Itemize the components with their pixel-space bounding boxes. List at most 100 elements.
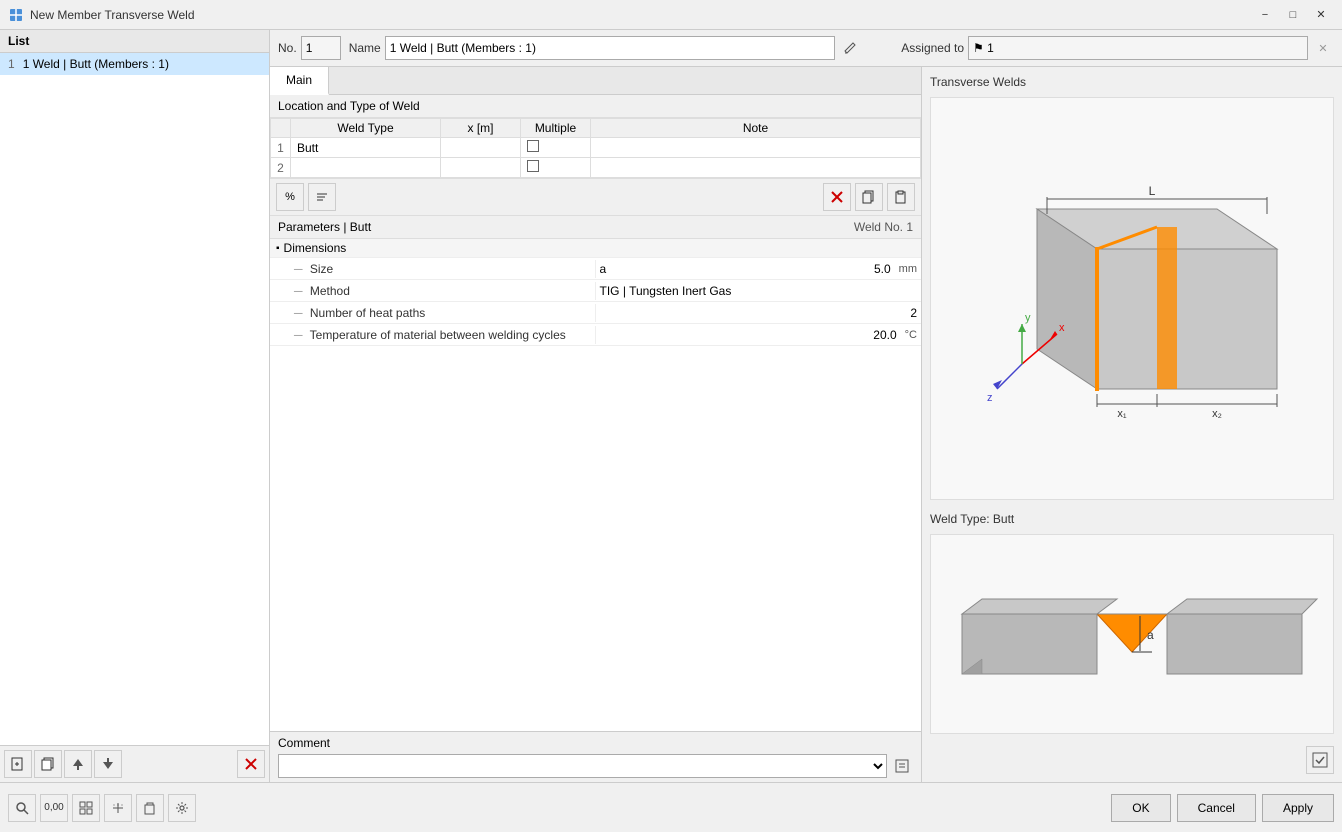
checkbox-1[interactable] [527, 140, 539, 152]
ok-button[interactable]: OK [1111, 794, 1170, 822]
weld-table: Weld Type x [m] Multiple Note 1 Butt [270, 118, 921, 178]
tab-main[interactable]: Main [270, 67, 329, 95]
cell-multiple-2[interactable] [521, 158, 591, 178]
move-up-button[interactable] [64, 750, 92, 778]
transverse-label: Transverse Welds [930, 75, 1334, 89]
name-group: Name [349, 36, 861, 60]
copy-button[interactable] [34, 750, 62, 778]
title-bar: New Member Transverse Weld − □ ✕ [0, 0, 1342, 30]
minimize-button[interactable]: − [1252, 5, 1278, 25]
diagram-panel: Transverse Welds [922, 67, 1342, 782]
cell-type-2[interactable] [291, 158, 441, 178]
col-header-weldtype: Weld Type [291, 119, 441, 138]
settings-tool-button[interactable] [168, 794, 196, 822]
paste-tool-button[interactable] [136, 794, 164, 822]
value-label: 0,00 [44, 802, 63, 813]
cell-x-1[interactable] [441, 138, 521, 158]
comment-select[interactable] [278, 754, 887, 778]
grid-tool-button[interactable] [72, 794, 100, 822]
list-item-label: 1 Weld | Butt (Members : 1) [23, 57, 169, 71]
cell-note-2[interactable] [591, 158, 921, 178]
window-controls: − □ ✕ [1252, 5, 1334, 25]
move-down-button[interactable] [94, 750, 122, 778]
param-row-method: ─ Method TIG | Tungsten Inert Gas [270, 280, 921, 302]
dimensions-section: ▪ Dimensions [270, 239, 921, 258]
list-item[interactable]: 1 1 Weld | Butt (Members : 1) [0, 53, 269, 75]
comment-label: Comment [278, 736, 330, 750]
dimensions-label: Dimensions [284, 241, 347, 255]
name-input[interactable] [385, 36, 835, 60]
cell-type-1[interactable]: Butt [291, 138, 441, 158]
svg-text:a: a [1147, 628, 1154, 642]
svg-text:L: L [1149, 184, 1156, 198]
transverse-weld-svg: x y z L [937, 169, 1327, 429]
name-edit-button[interactable] [839, 37, 861, 59]
size-symbol: a [600, 262, 607, 276]
temp-value: 20.0 [873, 328, 896, 342]
param-name-heat-paths: ─ Number of heat paths [270, 304, 596, 322]
params-content: ▪ Dimensions ─ Size a 5.0 [270, 239, 921, 731]
maximize-button[interactable]: □ [1280, 5, 1306, 25]
comment-edit-button[interactable] [891, 755, 913, 777]
comment-section: Comment [270, 731, 921, 782]
table-row[interactable]: 2 [271, 158, 921, 178]
collapse-btn[interactable]: ▪ [276, 243, 280, 254]
size-value: 5.0 [874, 262, 891, 276]
sort-button[interactable] [308, 183, 336, 211]
delete-row-button[interactable] [823, 183, 851, 211]
heat-paths-value: 2 [910, 306, 917, 320]
no-label: No. [278, 41, 297, 55]
app-icon [8, 7, 24, 23]
new-button[interactable] [4, 750, 32, 778]
no-input[interactable] [301, 36, 341, 60]
butt-diagram-box: a [930, 534, 1334, 734]
param-value-method: TIG | Tungsten Inert Gas [596, 282, 922, 300]
search-tool-button[interactable] [8, 794, 36, 822]
cell-multiple-1[interactable] [521, 138, 591, 158]
butt-weld-svg: a [942, 544, 1322, 724]
param-name-temperature: ─ Temperature of material between weldin… [270, 326, 596, 344]
list-header: List [0, 30, 269, 53]
close-button[interactable]: ✕ [1308, 5, 1334, 25]
assigned-input[interactable] [968, 36, 1308, 60]
assigned-group: Assigned to ✕ [901, 36, 1334, 60]
param-value-heat-paths: 2 [596, 304, 922, 322]
param-name-size: ─ Size [270, 260, 596, 278]
content-area: Main Location and Type of Weld Weld Type… [270, 67, 1342, 782]
table-toolbar-left: % [276, 183, 336, 211]
weld-type-label: Weld Type: Butt [930, 512, 1334, 526]
name-label: Name [349, 41, 381, 55]
bottom-left-tools: 0,00 [8, 794, 196, 822]
svg-text:z: z [987, 392, 993, 404]
left-panel-toolbar [0, 745, 269, 782]
table-row[interactable]: 1 Butt [271, 138, 921, 158]
paste-row-button[interactable] [887, 183, 915, 211]
cancel-button[interactable]: Cancel [1177, 794, 1256, 822]
center-panel: Main Location and Type of Weld Weld Type… [270, 67, 922, 782]
param-row-temperature: ─ Temperature of material between weldin… [270, 324, 921, 346]
apply-button[interactable]: Apply [1262, 794, 1334, 822]
cell-x-2[interactable] [441, 158, 521, 178]
no-group: No. [278, 36, 341, 60]
weld-no-label: Weld No. 1 [854, 220, 913, 234]
method-value: TIG | Tungsten Inert Gas [600, 284, 732, 298]
param-value-size: a 5.0 mm [596, 260, 922, 278]
bottom-right-buttons: OK Cancel Apply [1111, 794, 1334, 822]
location-section-header: Location and Type of Weld [270, 95, 921, 118]
size-unit: mm [899, 263, 917, 275]
checkbox-2[interactable] [527, 160, 539, 172]
view-tool-button[interactable] [104, 794, 132, 822]
copy-row-button[interactable] [855, 183, 883, 211]
value-tool-button[interactable]: 0,00 [40, 794, 68, 822]
tab-bar: Main [270, 67, 921, 95]
col-header-note: Note [591, 119, 921, 138]
col-header-x: x [m] [441, 119, 521, 138]
diagram-action-button[interactable] [1306, 746, 1334, 774]
delete-list-button[interactable] [237, 750, 265, 778]
col-header-multiple: Multiple [521, 119, 591, 138]
percent-button[interactable]: % [276, 183, 304, 211]
param-value-temperature: 20.0 °C [596, 326, 922, 344]
cell-note-1[interactable] [591, 138, 921, 158]
assigned-clear-button[interactable]: ✕ [1312, 37, 1334, 59]
left-panel: List 1 1 Weld | Butt (Members : 1) [0, 30, 270, 782]
